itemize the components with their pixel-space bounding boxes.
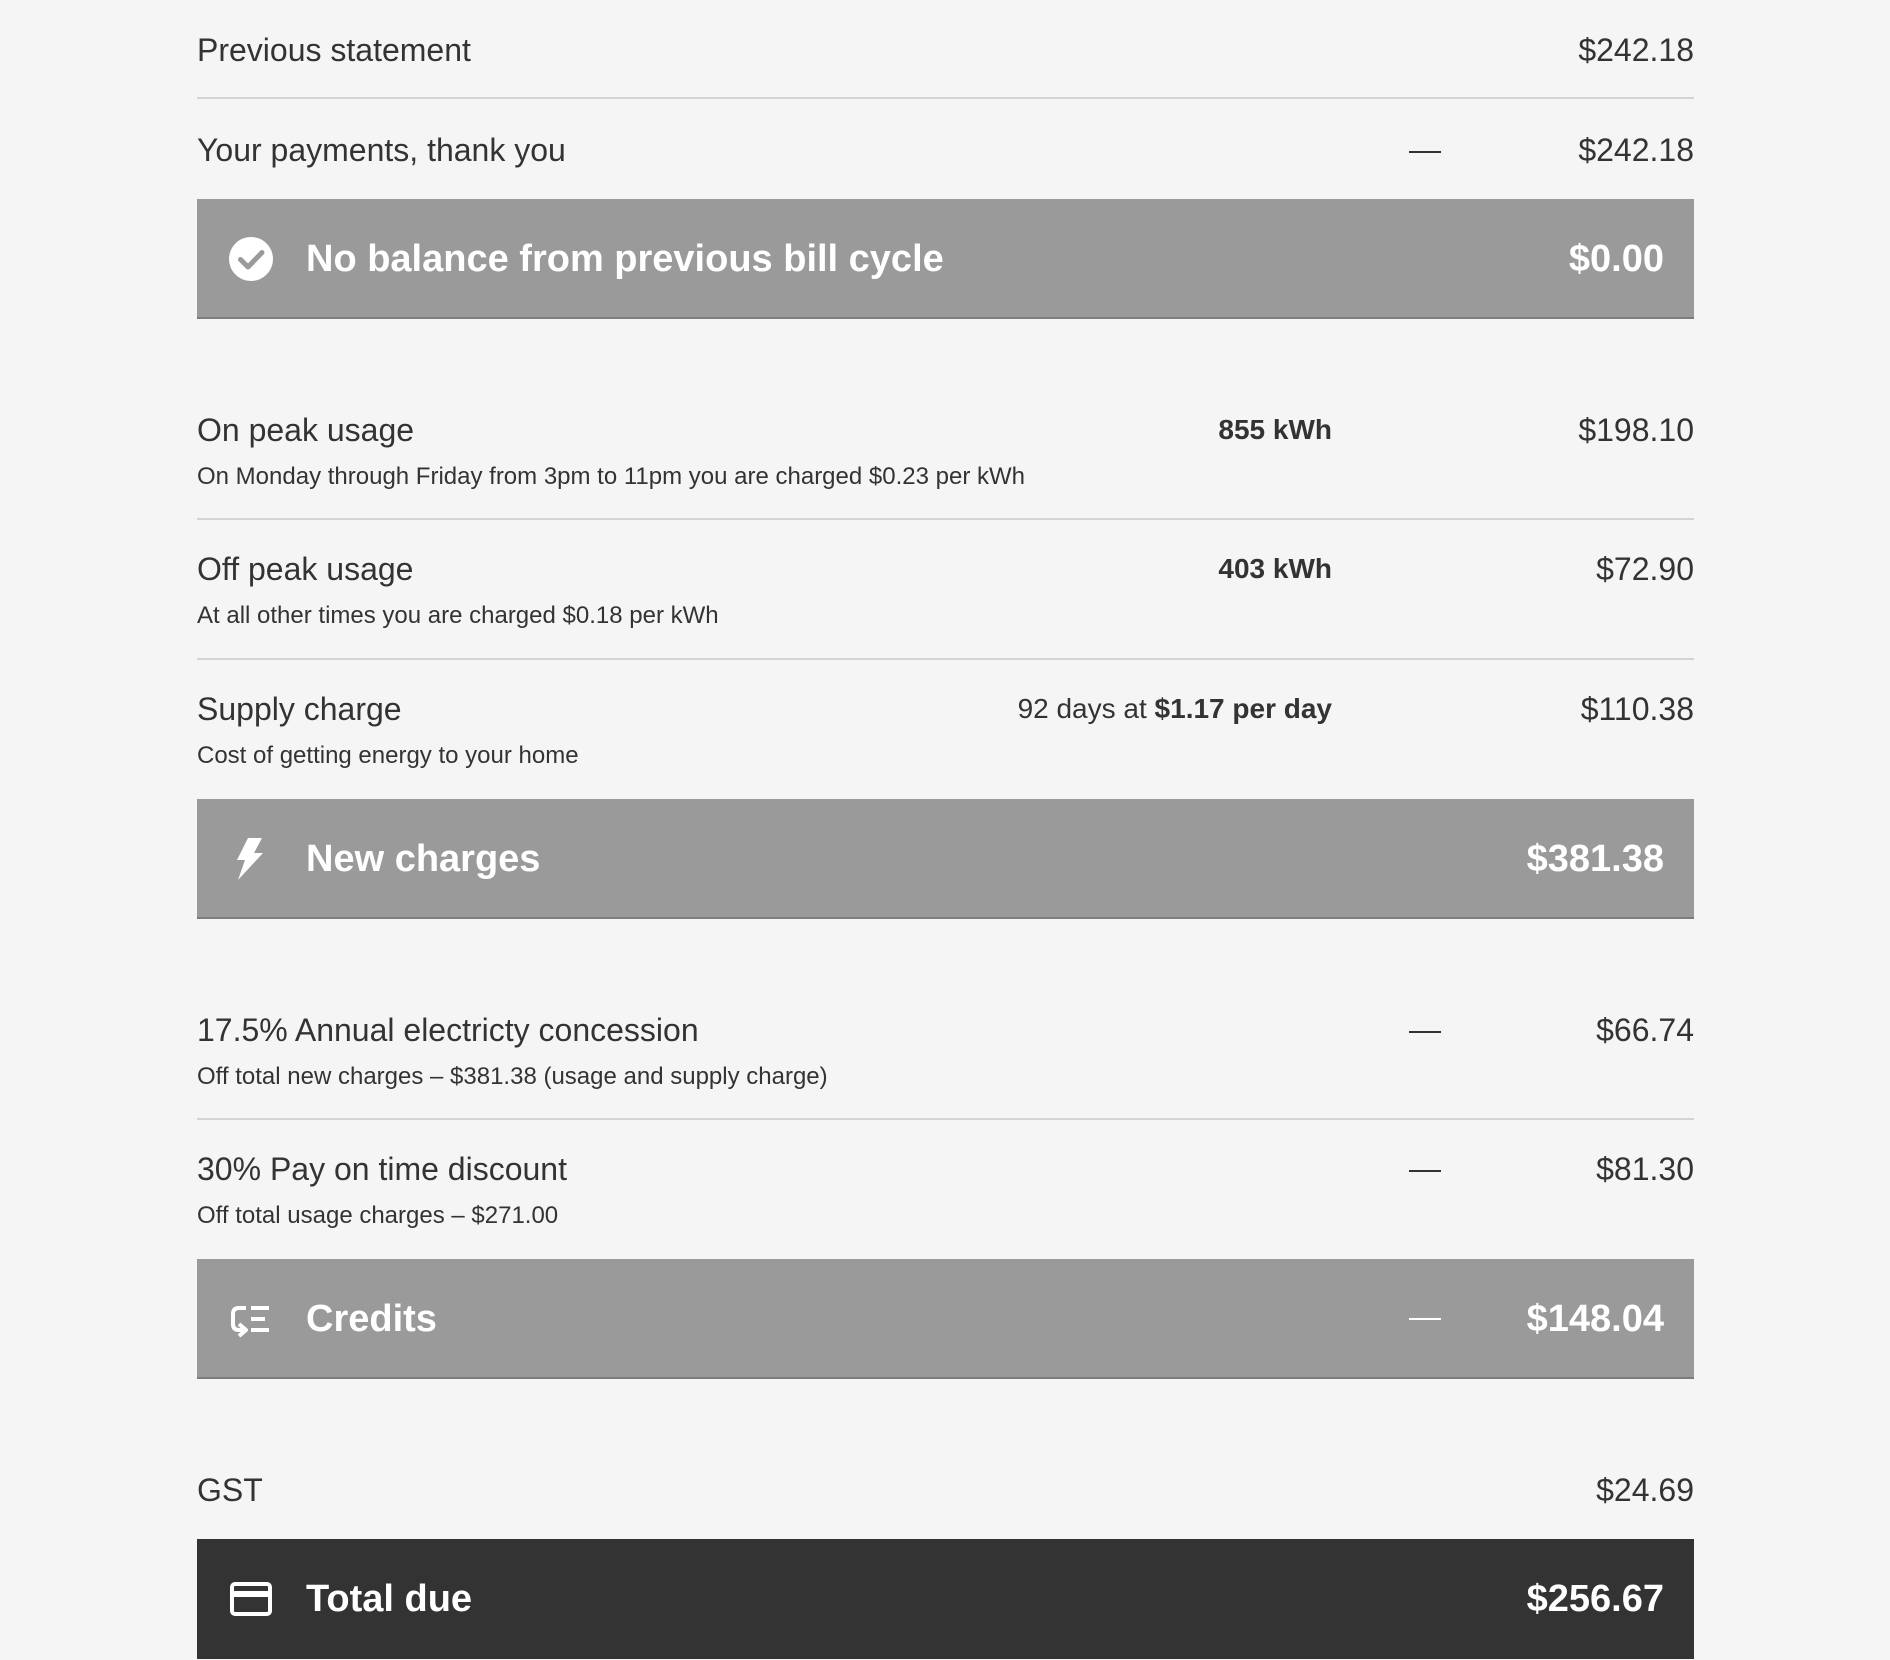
previous-statement-label: Previous statement [197, 32, 471, 68]
off-peak-usage-amount: $72.90 [1596, 551, 1694, 587]
total-due-amount: $256.67 [1526, 1578, 1664, 1620]
on-peak-usage-row: On peak usage 855 kWh $198.10 On Monday … [197, 400, 1694, 518]
total-due-band: Total due $256.67 [197, 1539, 1694, 1659]
payments-label: Your payments, thank you [197, 132, 566, 168]
previous-statement-row: Previous statement $242.18 [197, 0, 1694, 98]
supply-charge-rate: 92 days at $1.17 per day [1017, 693, 1332, 724]
divider [197, 518, 1694, 520]
total-due-label: Total due [306, 1578, 473, 1620]
credit-card-icon [230, 1582, 272, 1616]
credits-list-icon [231, 1306, 269, 1338]
balance-summary-amount: $0.00 [1568, 238, 1664, 280]
discount-label: 30% Pay on time discount [197, 1151, 567, 1187]
payments-row: Your payments, thank you $242.18 [197, 99, 1694, 199]
check-circle-icon [229, 237, 273, 281]
off-peak-usage-quantity: 403 kWh [1218, 553, 1332, 584]
concession-label: 17.5% Annual electricty concession [197, 1012, 699, 1048]
off-peak-usage-row: Off peak usage 403 kWh $72.90 At all oth… [197, 540, 1694, 658]
credits-band: Credits $148.04 [197, 1259, 1694, 1379]
discount-row: 30% Pay on time discount $81.30 Off tota… [197, 1140, 1694, 1258]
credits-label: Credits [306, 1298, 437, 1340]
supply-charge-row: Supply charge 92 days at $1.17 per day $… [197, 680, 1694, 798]
new-charges-amount: $381.38 [1526, 838, 1664, 880]
gst-amount: $24.69 [1596, 1472, 1694, 1508]
minus-sign [1409, 1170, 1441, 1172]
previous-statement-amount: $242.18 [1578, 32, 1694, 68]
balance-summary-band: No balance from previous bill cycle $0.0… [197, 199, 1694, 319]
divider [197, 658, 1694, 660]
lightning-icon [237, 838, 263, 880]
discount-detail: Off total usage charges – $271.00 [197, 1202, 559, 1229]
concession-amount: $66.74 [1596, 1012, 1694, 1048]
minus-sign [1409, 151, 1441, 153]
payments-amount: $242.18 [1578, 132, 1694, 168]
on-peak-usage-amount: $198.10 [1578, 412, 1694, 448]
minus-sign [1409, 1031, 1441, 1033]
supply-charge-detail: Cost of getting energy to your home [197, 742, 579, 769]
new-charges-label: New charges [306, 838, 541, 880]
credits-amount: $148.04 [1526, 1298, 1664, 1340]
supply-charge-amount: $110.38 [1580, 691, 1694, 727]
gst-label: GST [197, 1472, 263, 1508]
on-peak-usage-label: On peak usage [197, 412, 415, 448]
off-peak-usage-label: Off peak usage [197, 551, 414, 587]
discount-amount: $81.30 [1596, 1151, 1694, 1187]
concession-row: 17.5% Annual electricty concession $66.7… [197, 1010, 1694, 1118]
gst-row: GST $24.69 [197, 1460, 1694, 1540]
minus-sign [1409, 1318, 1441, 1320]
supply-charge-label: Supply charge [197, 691, 402, 727]
on-peak-usage-detail: On Monday through Friday from 3pm to 11p… [197, 463, 1025, 490]
balance-summary-label: No balance from previous bill cycle [306, 238, 944, 280]
on-peak-usage-quantity: 855 kWh [1218, 414, 1332, 445]
off-peak-usage-detail: At all other times you are charged $0.18… [197, 602, 719, 629]
new-charges-band: New charges $381.38 [197, 799, 1694, 919]
divider [197, 1118, 1694, 1120]
concession-detail: Off total new charges – $381.38 (usage a… [197, 1063, 828, 1090]
